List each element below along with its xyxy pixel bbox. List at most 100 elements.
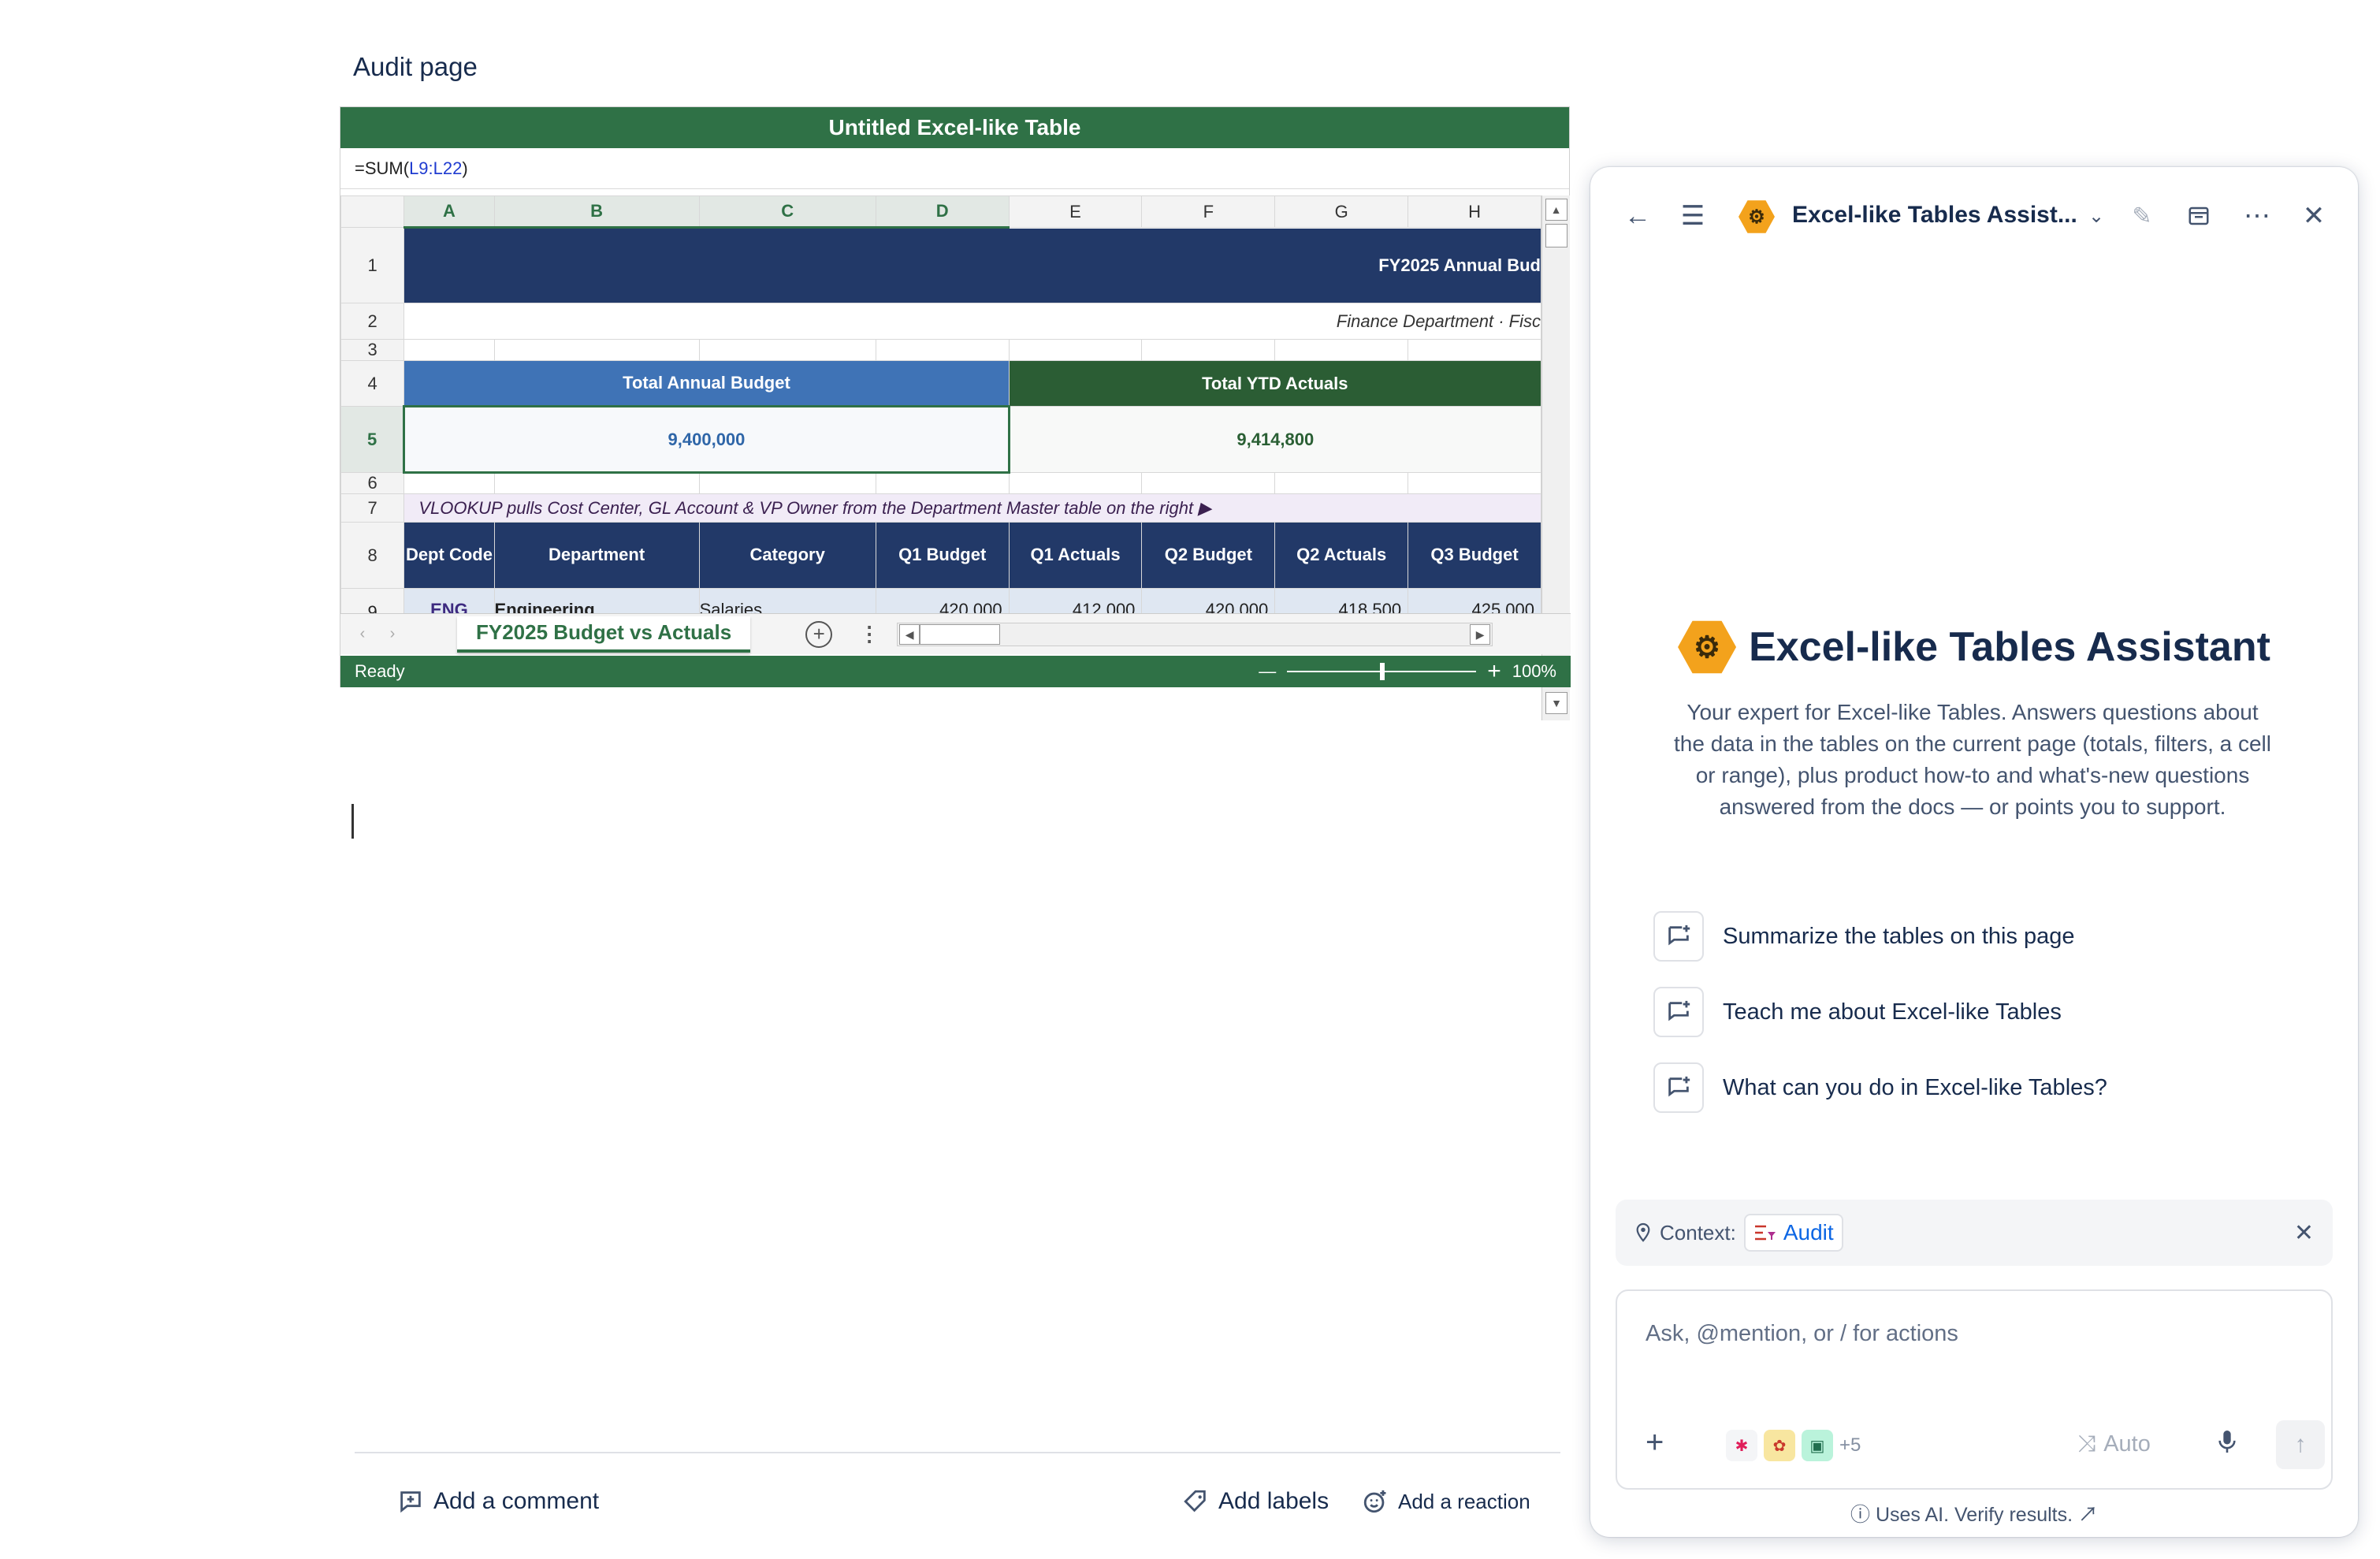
cell[interactable] xyxy=(1408,339,1541,361)
row-header-5[interactable]: 5 xyxy=(340,406,405,473)
excel-title: Untitled Excel-like Table xyxy=(340,107,1569,148)
suggestion-capabilities[interactable]: What can you do in Excel-like Tables? xyxy=(1653,1062,2107,1113)
row-header-3[interactable]: 3 xyxy=(340,339,405,361)
zoom-slider-knob[interactable] xyxy=(1380,663,1385,680)
cell[interactable] xyxy=(403,472,495,494)
row-header-4[interactable]: 4 xyxy=(340,360,405,407)
context-bar: Context: Audit ✕ xyxy=(1616,1200,2333,1266)
menu-icon[interactable]: ☰ xyxy=(1677,200,1709,232)
row-header-7[interactable]: 7 xyxy=(340,493,405,523)
banner-cell[interactable]: FY2025 Annual Bud xyxy=(403,227,1541,303)
col-header-b[interactable]: B xyxy=(493,195,700,229)
col-header-f[interactable]: F xyxy=(1141,195,1276,228)
table-header-q1-budget[interactable]: Q1 Budget xyxy=(875,522,1010,589)
cell[interactable] xyxy=(875,472,1010,494)
add-reaction-label: Add a reaction xyxy=(1398,1489,1530,1513)
shuffle-icon: ⤨ xyxy=(2077,1431,2096,1457)
row-header-6[interactable]: 6 xyxy=(340,472,405,494)
cell[interactable] xyxy=(1408,472,1541,494)
vertical-scroll-thumb[interactable] xyxy=(1545,224,1567,247)
table-header-department[interactable]: Department xyxy=(493,522,700,589)
scroll-up-icon[interactable]: ▲ xyxy=(1545,199,1567,221)
col-header-c[interactable]: C xyxy=(698,195,876,229)
sheet-grid[interactable]: A B C D E F G H 1 FY2025 Annual Bud 2 Fi… xyxy=(340,195,1541,636)
row-header-8[interactable]: 8 xyxy=(340,522,405,589)
cell[interactable] xyxy=(403,339,495,361)
add-attachment-icon[interactable]: + xyxy=(1646,1425,1664,1460)
cell[interactable] xyxy=(493,339,700,361)
table-header-q3-budget[interactable]: Q3 Budget xyxy=(1408,522,1541,589)
cell[interactable] xyxy=(493,472,700,494)
formula-bar[interactable]: =SUM(L9:L22) xyxy=(340,148,1569,189)
table-header-q2-actuals[interactable]: Q2 Actuals xyxy=(1274,522,1409,589)
chat-input[interactable]: Ask, @mention, or / for actions xyxy=(1646,1321,1958,1347)
mode-selector[interactable]: ⤨ Auto xyxy=(2077,1431,2151,1457)
ai-disclaimer[interactable]: ⓘ Uses AI. Verify results. ↗ xyxy=(1590,1499,2358,1527)
col-header-e[interactable]: E xyxy=(1008,195,1143,228)
add-comment-button[interactable]: Add a comment xyxy=(397,1488,599,1515)
horizontal-scrollbar[interactable]: ◀ ▶ xyxy=(897,622,1493,646)
cell[interactable] xyxy=(698,472,876,494)
cell[interactable] xyxy=(1141,339,1276,361)
actuals-label-cell[interactable]: Total YTD Actuals xyxy=(1008,360,1541,407)
scroll-left-icon[interactable]: ◀ xyxy=(899,623,920,645)
cell[interactable] xyxy=(1008,339,1143,361)
zoom-slider[interactable] xyxy=(1287,663,1477,680)
add-labels-button[interactable]: Add labels xyxy=(1182,1488,1329,1515)
chat-composer[interactable]: Ask, @mention, or / for actions + ✱ ✿ ▣ … xyxy=(1616,1289,2333,1490)
chevron-down-icon[interactable]: ⌄ xyxy=(2081,200,2112,232)
col-header-g[interactable]: G xyxy=(1274,195,1409,228)
cell[interactable] xyxy=(698,339,876,361)
zoom-out-icon[interactable]: — xyxy=(1259,661,1276,682)
sheet-tab-bar: ‹ › FY2025 Budget vs Actuals + ⋮ ◀ ▶ xyxy=(340,613,1571,654)
row-header-1[interactable]: 1 xyxy=(340,227,405,303)
layout-icon[interactable] xyxy=(2183,200,2215,232)
row-header-2[interactable]: 2 xyxy=(340,303,405,340)
col-header-h[interactable]: H xyxy=(1408,195,1541,228)
cell[interactable] xyxy=(1274,472,1409,494)
actuals-value-cell[interactable]: 9,414,800 xyxy=(1008,406,1541,473)
table-header-dept-code[interactable]: Dept Code xyxy=(403,522,495,589)
connected-apps[interactable]: ✱ ✿ ▣ +5 xyxy=(1726,1430,1861,1461)
vlookup-note-cell[interactable]: VLOOKUP pulls Cost Center, GL Account & … xyxy=(403,493,1541,523)
scroll-right-icon[interactable]: ▶ xyxy=(1470,623,1491,645)
col-header-a[interactable]: A xyxy=(403,195,495,229)
context-chip[interactable]: Audit xyxy=(1743,1214,1843,1252)
cell[interactable] xyxy=(875,339,1010,361)
edit-icon[interactable]: ✎ xyxy=(2126,200,2158,232)
add-reaction-button[interactable]: Add a reaction xyxy=(1362,1488,1530,1515)
select-all-corner[interactable] xyxy=(340,195,405,228)
sheet-menu-icon[interactable]: ⋮ xyxy=(859,622,879,646)
microphone-icon[interactable] xyxy=(2216,1428,2238,1461)
assistant-hero: ⚙ Excel-like Tables Assistant xyxy=(1590,618,2358,676)
layout-icon-svg xyxy=(2188,207,2209,225)
sheet-tab-budget[interactable]: FY2025 Budget vs Actuals xyxy=(457,616,751,653)
next-sheet-icon[interactable]: › xyxy=(385,625,400,643)
back-arrow-icon[interactable]: ← xyxy=(1622,200,1653,232)
assistant-header-title[interactable]: Excel-like Tables Assist... xyxy=(1792,202,2077,229)
excel-embed[interactable]: Untitled Excel-like Table =SUM(L9:L22) A… xyxy=(340,106,1571,720)
zoom-in-icon[interactable]: + xyxy=(1487,658,1501,685)
suggestion-teach[interactable]: Teach me about Excel-like Tables xyxy=(1653,987,2062,1037)
prev-sheet-icon[interactable]: ‹ xyxy=(340,625,385,643)
cell[interactable] xyxy=(1274,339,1409,361)
subheader-cell[interactable]: Finance Department · Fisc xyxy=(403,303,1541,340)
horizontal-scroll-thumb[interactable] xyxy=(920,623,1001,645)
scroll-down-icon[interactable]: ▼ xyxy=(1545,692,1567,714)
table-header-q2-budget[interactable]: Q2 Budget xyxy=(1141,522,1276,589)
close-icon[interactable]: ✕ xyxy=(2298,200,2330,232)
cell[interactable] xyxy=(1141,472,1276,494)
remove-context-icon[interactable]: ✕ xyxy=(2294,1219,2314,1247)
more-options-icon[interactable]: ⋯ xyxy=(2241,200,2273,232)
table-header-category[interactable]: Category xyxy=(698,522,876,589)
cell[interactable] xyxy=(1008,472,1143,494)
table-header-q1-actuals[interactable]: Q1 Actuals xyxy=(1008,522,1143,589)
send-button[interactable]: ↑ xyxy=(2276,1420,2325,1469)
col-header-d[interactable]: D xyxy=(875,195,1010,229)
suggestion-summarize[interactable]: Summarize the tables on this page xyxy=(1653,911,2075,962)
budget-label-cell[interactable]: Total Annual Budget xyxy=(403,360,1010,407)
formula-suffix: ) xyxy=(462,158,468,178)
add-sheet-icon[interactable]: + xyxy=(805,620,833,648)
app-icon: ✿ xyxy=(1764,1430,1795,1461)
budget-value-cell[interactable]: 9,400,000 xyxy=(403,405,1010,474)
